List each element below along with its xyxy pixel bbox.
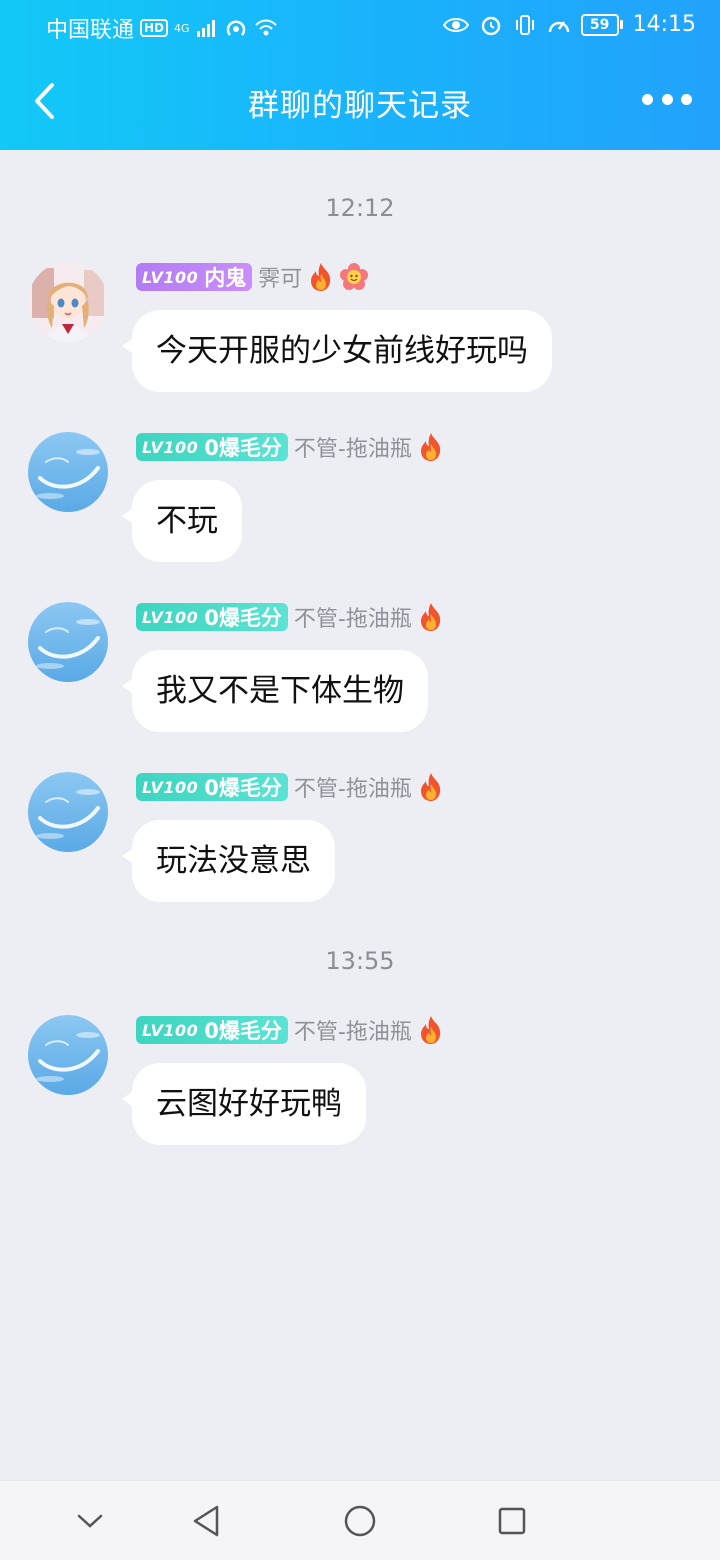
status-left: 中国联通 HD 4G	[46, 12, 278, 44]
sky-cloud-avatar	[28, 1015, 108, 1095]
speed-icon	[548, 20, 569, 32]
page-title: 群聊的聊天记录	[248, 88, 472, 124]
avatar[interactable]	[28, 772, 108, 852]
hotspot-icon	[226, 20, 245, 36]
sender-name[interactable]: 不管-拖油瓶	[294, 1014, 412, 1046]
status-right: 59 14:15	[442, 12, 696, 37]
sender-meta: LV100 0爆毛分 不管-拖油瓶	[136, 602, 444, 632]
nav-back-icon	[193, 1505, 219, 1537]
sender-name[interactable]: 不管-拖油瓶	[294, 771, 412, 803]
sky-cloud-avatar	[28, 432, 108, 512]
anime-girl-avatar	[28, 262, 108, 342]
flame-icon	[418, 1015, 444, 1045]
nav-recents-icon	[498, 1507, 526, 1535]
level-label: LV100	[142, 267, 199, 287]
title-label: 0爆毛分	[204, 1019, 282, 1043]
title-badge[interactable]: LV100 0爆毛分	[136, 773, 288, 801]
nav-recents-button[interactable]	[490, 1499, 534, 1543]
level-label: LV100	[142, 607, 199, 627]
nav-bar: 群聊的聊天记录	[0, 52, 720, 150]
nav-back-button[interactable]	[184, 1499, 228, 1543]
sender-meta: LV100 内鬼 霁可	[136, 261, 369, 293]
nav-home-icon	[344, 1505, 376, 1537]
avatar[interactable]	[28, 262, 108, 342]
sender-name[interactable]: 不管-拖油瓶	[294, 431, 412, 463]
avatar[interactable]	[28, 602, 108, 682]
status-bar: 中国联通 HD 4G 59 14:15	[0, 0, 720, 52]
flower-icon	[340, 263, 369, 290]
title-badge[interactable]: LV100 0爆毛分	[136, 433, 288, 461]
title-label: 内鬼	[204, 266, 247, 290]
nav-down-icon	[77, 1514, 103, 1528]
timestamp: 12:12	[325, 194, 395, 222]
title-label: 0爆毛分	[204, 606, 282, 630]
title-badge[interactable]: LV100 内鬼	[136, 263, 253, 291]
message-bubble[interactable]: 我又不是下体生物	[122, 650, 428, 732]
vibrate-icon	[515, 14, 534, 35]
level-label: LV100	[142, 1020, 199, 1040]
nav-home-button[interactable]	[338, 1499, 382, 1543]
eye-icon	[442, 17, 469, 32]
timestamp: 13:55	[325, 947, 395, 975]
message-bubble[interactable]: 不玩	[122, 480, 242, 562]
level-label: LV100	[142, 777, 199, 797]
chat-history[interactable]: 12:12 LV100 内鬼 霁可 今天开服的少女前线好玩吗 LV100 0爆毛…	[0, 150, 720, 1480]
wifi-icon	[254, 19, 277, 36]
sky-cloud-avatar	[28, 602, 108, 682]
clock: 14:15	[632, 12, 696, 37]
battery-icon: 59	[580, 13, 623, 36]
sender-name[interactable]: 不管-拖油瓶	[294, 601, 412, 633]
title-badge[interactable]: LV100 0爆毛分	[136, 603, 288, 631]
carrier-label: 中国联通	[46, 18, 135, 43]
message-bubble[interactable]: 玩法没意思	[122, 820, 335, 902]
app-header: 中国联通 HD 4G 59 14:15 群聊的聊天记录	[0, 0, 720, 150]
nav-down-button[interactable]	[68, 1499, 112, 1543]
battery-level: 59	[580, 13, 619, 36]
title-label: 0爆毛分	[204, 776, 282, 800]
sender-meta: LV100 0爆毛分 不管-拖油瓶	[136, 432, 444, 462]
sender-meta: LV100 0爆毛分 不管-拖油瓶	[136, 772, 444, 802]
signal-icon	[196, 20, 215, 37]
more-button[interactable]	[642, 82, 692, 116]
sender-meta: LV100 0爆毛分 不管-拖油瓶	[136, 1015, 444, 1045]
alarm-icon	[481, 16, 500, 35]
title-label: 0爆毛分	[204, 436, 282, 460]
system-nav-bar	[0, 1480, 720, 1560]
title-badge[interactable]: LV100 0爆毛分	[136, 1016, 288, 1044]
message-bubble[interactable]: 今天开服的少女前线好玩吗	[122, 310, 552, 392]
flame-icon	[308, 262, 334, 292]
flame-icon	[418, 432, 444, 462]
more-dots-icon	[642, 93, 653, 105]
flame-icon	[418, 602, 444, 632]
avatar[interactable]	[28, 1015, 108, 1095]
flame-icon	[418, 772, 444, 802]
avatar[interactable]	[28, 432, 108, 512]
level-label: LV100	[142, 437, 199, 457]
hd-badge: HD	[140, 19, 169, 37]
sender-name[interactable]: 霁可	[258, 261, 302, 293]
message-bubble[interactable]: 云图好好玩鸭	[122, 1063, 366, 1145]
sky-cloud-avatar	[28, 772, 108, 852]
network-type: 4G	[174, 21, 190, 35]
